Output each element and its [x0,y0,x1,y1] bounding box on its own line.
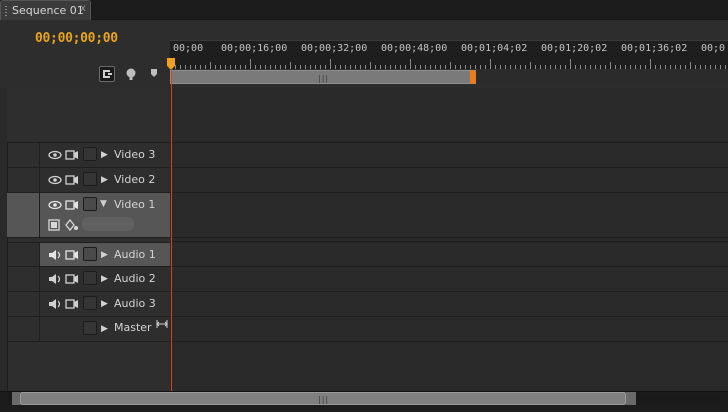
track-header-video-2[interactable]: ▶ Video 2 [7,168,170,193]
playhead-line[interactable] [171,70,172,391]
track-header-audio-2[interactable]: ▶ Audio 2 [7,267,170,292]
expand-triangle-icon[interactable]: ▼ [100,199,107,209]
grip-icon: ||| [318,74,330,83]
tab-label: Sequence 01 [12,4,84,17]
ruler-label: 00;0 [701,43,726,54]
speaker-icon[interactable] [48,273,62,285]
track-name: Master [114,321,152,334]
divider [39,193,40,237]
track-name: Video 1 [114,198,156,211]
track-lock-toggle[interactable] [83,147,97,161]
add-marker-icon [126,68,136,80]
collapse-triangle-icon[interactable]: ▶ [101,324,108,334]
time-ruler[interactable]: 00;00 00;00;16;00 00;00;32;00 00;00;48;0… [170,40,728,59]
track-divider [170,291,728,292]
work-area-track [476,70,728,84]
track-lock-toggle[interactable] [83,296,97,310]
ruler-ticks [170,59,728,69]
ruler-label: 00;00;32;00 [301,43,368,54]
track-name: Audio 2 [114,272,156,285]
collapse-triangle-icon[interactable]: ▶ [101,250,108,260]
grip-icon[interactable] [4,5,8,17]
track-header-audio-1[interactable]: ▶ Audio 1 [7,242,170,267]
track-divider [170,341,728,342]
tab-sequence[interactable]: Sequence 01 x [0,0,91,20]
sync-lock-icon[interactable] [65,199,79,211]
track-divider [170,167,728,168]
panel-tab-bar [0,0,728,20]
sync-lock-icon[interactable] [65,298,79,310]
track-divider [170,237,728,238]
work-area-bar[interactable]: ||| [170,70,476,84]
keyframe-icon [151,69,157,77]
track-divider [170,241,728,242]
track-lock-toggle[interactable] [83,321,97,335]
scrollbar-thumb[interactable]: ||| [20,392,626,405]
divider [39,292,40,316]
sync-lock-icon[interactable] [65,174,79,186]
track-header-video-1[interactable]: ▼ Video 1 [7,193,170,238]
scrollbar-left-handle[interactable] [12,392,20,405]
ruler-label: 00;01;20;02 [541,43,608,54]
track-header-master[interactable]: ▶ Master [7,317,170,342]
keyframes-icon[interactable] [65,219,79,231]
track-divider [170,266,728,267]
track-name: Video 2 [114,173,156,186]
sync-lock-icon[interactable] [65,249,79,261]
track-name: Audio 3 [114,297,156,310]
track-lock-toggle[interactable] [83,197,97,211]
track-divider [170,192,728,193]
set-keyframe-button[interactable] [148,66,164,82]
resize-handle-icon[interactable] [156,319,168,329]
eye-icon[interactable] [48,149,62,161]
track-header-audio-3[interactable]: ▶ Audio 3 [7,292,170,317]
ruler-label: 00;01;36;02 [621,43,688,54]
ruler-label: 00;00;16;00 [221,43,288,54]
collapse-triangle-icon[interactable]: ▶ [101,175,108,185]
empty-track-space [7,88,170,143]
track-name: Video 3 [114,148,156,161]
ruler-label: 00;01;04;02 [461,43,528,54]
track-divider [170,316,728,317]
display-style-icon[interactable] [48,219,62,231]
ruler-label: 00;00 [173,43,204,54]
track-lock-toggle[interactable] [83,247,97,261]
sync-lock-icon[interactable] [65,149,79,161]
speaker-icon[interactable] [48,298,62,310]
collapse-triangle-icon[interactable]: ▶ [101,274,108,284]
collapse-triangle-icon[interactable]: ▶ [101,299,108,309]
speaker-icon[interactable] [48,249,62,261]
track-lock-toggle[interactable] [83,172,97,186]
collapse-triangle-icon[interactable]: ▶ [101,150,108,160]
divider [39,267,40,291]
track-lock-toggle[interactable] [83,271,97,285]
snap-button[interactable] [99,66,115,82]
track-header-video-3[interactable]: ▶ Video 3 [7,143,170,168]
current-timecode[interactable]: 00;00;00;00 [35,31,118,46]
ruler-label: 00;00;48;00 [381,43,448,54]
keyframe-navigator[interactable] [82,217,134,231]
grip-icon: ||| [318,395,330,404]
eye-icon[interactable] [48,199,62,211]
sync-lock-icon[interactable] [65,273,79,285]
divider [39,317,40,341]
divider [39,168,40,192]
divider [39,143,40,167]
scrollbar-right-handle[interactable] [626,392,636,405]
track-name: Audio 1 [114,248,156,261]
add-marker-button[interactable] [123,66,139,82]
close-icon[interactable]: x [80,3,86,14]
eye-icon[interactable] [48,174,62,186]
track-divider [170,142,728,143]
snap-icon [103,70,112,78]
